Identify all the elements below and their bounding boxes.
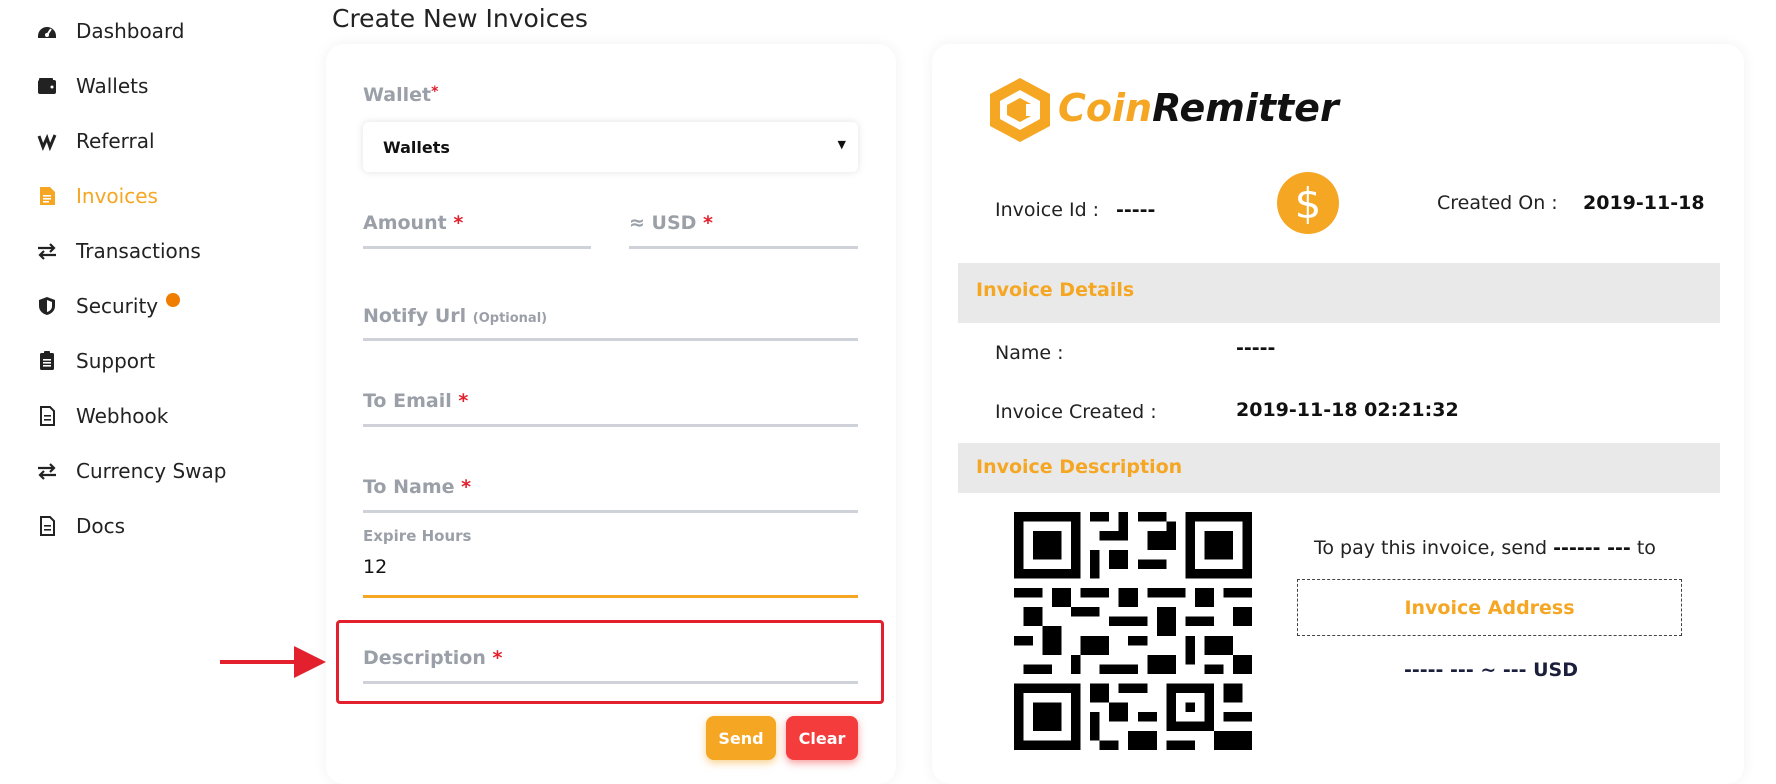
expire-hours-input[interactable]: 12 [363,556,387,578]
notify-url-label: Notify Url (Optional) [363,305,547,327]
usd-label-text: ≈ USD [629,212,697,234]
name-label: Name : [995,342,1064,364]
sidebar-item-label: Transactions [76,239,201,263]
required-mark: * [453,212,464,234]
invoice-created-label: Invoice Created : [995,401,1157,423]
brand-logo-text: CoinRemitter [1058,86,1339,130]
sidebar-item-label: Invoices [76,184,158,208]
sidebar-item-label: Wallets [76,74,149,98]
created-on-label: Created On : [1437,192,1558,214]
dashboard-icon [36,20,58,42]
notify-url-input[interactable] [363,338,858,341]
sidebar-item-referral[interactable]: Referral [36,126,155,156]
invoice-details-heading: Invoice Details [976,279,1135,301]
pay-suffix: to [1636,537,1656,559]
expire-hours-underline [363,595,858,598]
to-name-label: To Name * [363,476,471,498]
pay-prefix: To pay this invoice, send [1314,537,1548,559]
amount-label-text: Amount [363,212,447,234]
invoice-id-label: Invoice Id : [995,199,1100,221]
required-mark: * [431,84,439,100]
send-button[interactable]: Send [706,716,776,760]
shield-icon [36,295,58,317]
description-highlight-box [336,620,884,704]
sidebar-item-label: Security [76,294,159,318]
wallet-select-value: Wallets [383,137,450,157]
invoice-id-value: ----- [1116,199,1156,221]
swap-icon [36,460,58,482]
to-email-input[interactable] [363,424,858,427]
optional-hint: (Optional) [472,311,548,326]
invoice-icon [36,185,58,207]
docs-icon [36,515,58,537]
usd-label: ≈ USD * [629,212,713,234]
referral-icon [36,130,58,152]
dollar-coin-icon: $ [1277,172,1339,234]
required-mark: * [458,390,469,412]
pay-instruction: To pay this invoice, send ------ --- to [1314,537,1656,559]
brand-part-remitter: Remitter [1152,86,1339,130]
coin-symbol: $ [1294,178,1322,228]
invoice-description-header: Invoice Description [958,443,1720,493]
chevron-down-icon: ▼ [837,138,846,151]
invoice-address-box[interactable]: Invoice Address [1297,579,1682,636]
coinremitter-logo-icon [990,78,1050,142]
sidebar-item-label: Docs [76,514,126,538]
to-name-input[interactable] [363,510,858,513]
created-on-value: 2019-11-18 [1583,192,1705,214]
sidebar-item-currency-swap[interactable]: Currency Swap [36,456,226,486]
usd-input[interactable] [629,246,858,249]
invoice-description-heading: Invoice Description [976,456,1183,478]
sidebar-item-label: Dashboard [76,19,185,43]
required-mark: * [461,476,472,498]
sidebar-item-support[interactable]: Support [36,346,155,376]
sidebar-item-label: Support [76,349,156,373]
transactions-icon [36,240,58,262]
sidebar-item-security[interactable]: Security [36,291,158,321]
brand-part-coin: Coin [1058,86,1153,130]
page-title: Create New Invoices [332,4,588,33]
wallet-icon [36,75,58,97]
sidebar-item-label: Webhook [76,404,169,428]
sidebar-item-invoices[interactable]: Invoices [36,181,158,211]
support-icon [36,350,58,372]
to-email-label: To Email * [363,390,468,412]
notify-url-label-text: Notify Url [363,305,467,327]
sidebar-item-webhook[interactable]: Webhook [36,401,168,431]
expire-hours-label: Expire Hours [363,527,472,545]
usd-amount-line: ----- --- ~ --- USD [1404,659,1579,681]
wallet-label-text: Wallet [363,84,432,106]
invoice-created-value: 2019-11-18 02:21:32 [1236,399,1459,421]
to-name-label-text: To Name [363,476,455,498]
wallet-label: Wallet* [363,84,438,106]
amount-label: Amount * [363,212,463,234]
payment-qr-code [1014,512,1252,750]
amount-input[interactable] [363,246,591,249]
sidebar-item-label: Currency Swap [76,459,227,483]
name-value: ----- [1236,337,1276,359]
sidebar-item-docs[interactable]: Docs [36,511,125,541]
webhook-icon [36,405,58,427]
sidebar-item-wallets[interactable]: Wallets [36,71,148,101]
invoice-details-header: Invoice Details [958,263,1720,323]
wallet-select[interactable]: Wallets ▼ [363,122,858,172]
invoice-address-label: Invoice Address [1404,596,1575,619]
security-notification-badge [166,293,180,307]
red-arrow-icon [220,646,326,678]
sidebar-item-label: Referral [76,129,155,153]
required-mark: * [703,212,713,234]
to-email-label-text: To Email [363,390,452,412]
sidebar-item-dashboard[interactable]: Dashboard [36,16,185,46]
sidebar-item-transactions[interactable]: Transactions [36,236,201,266]
clear-button[interactable]: Clear [786,716,858,760]
pay-amount: ------ --- [1553,537,1631,559]
